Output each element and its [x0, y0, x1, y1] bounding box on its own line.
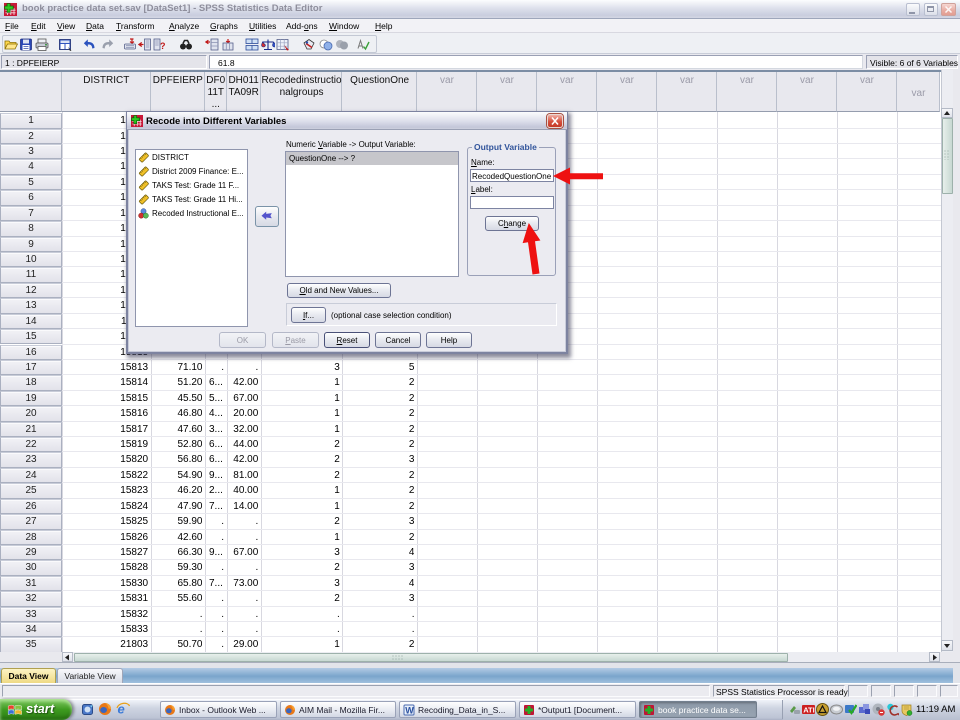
svg-text:ATI: ATI [803, 706, 815, 715]
svg-text:W: W [405, 705, 414, 715]
svg-text:?: ? [160, 41, 166, 51]
